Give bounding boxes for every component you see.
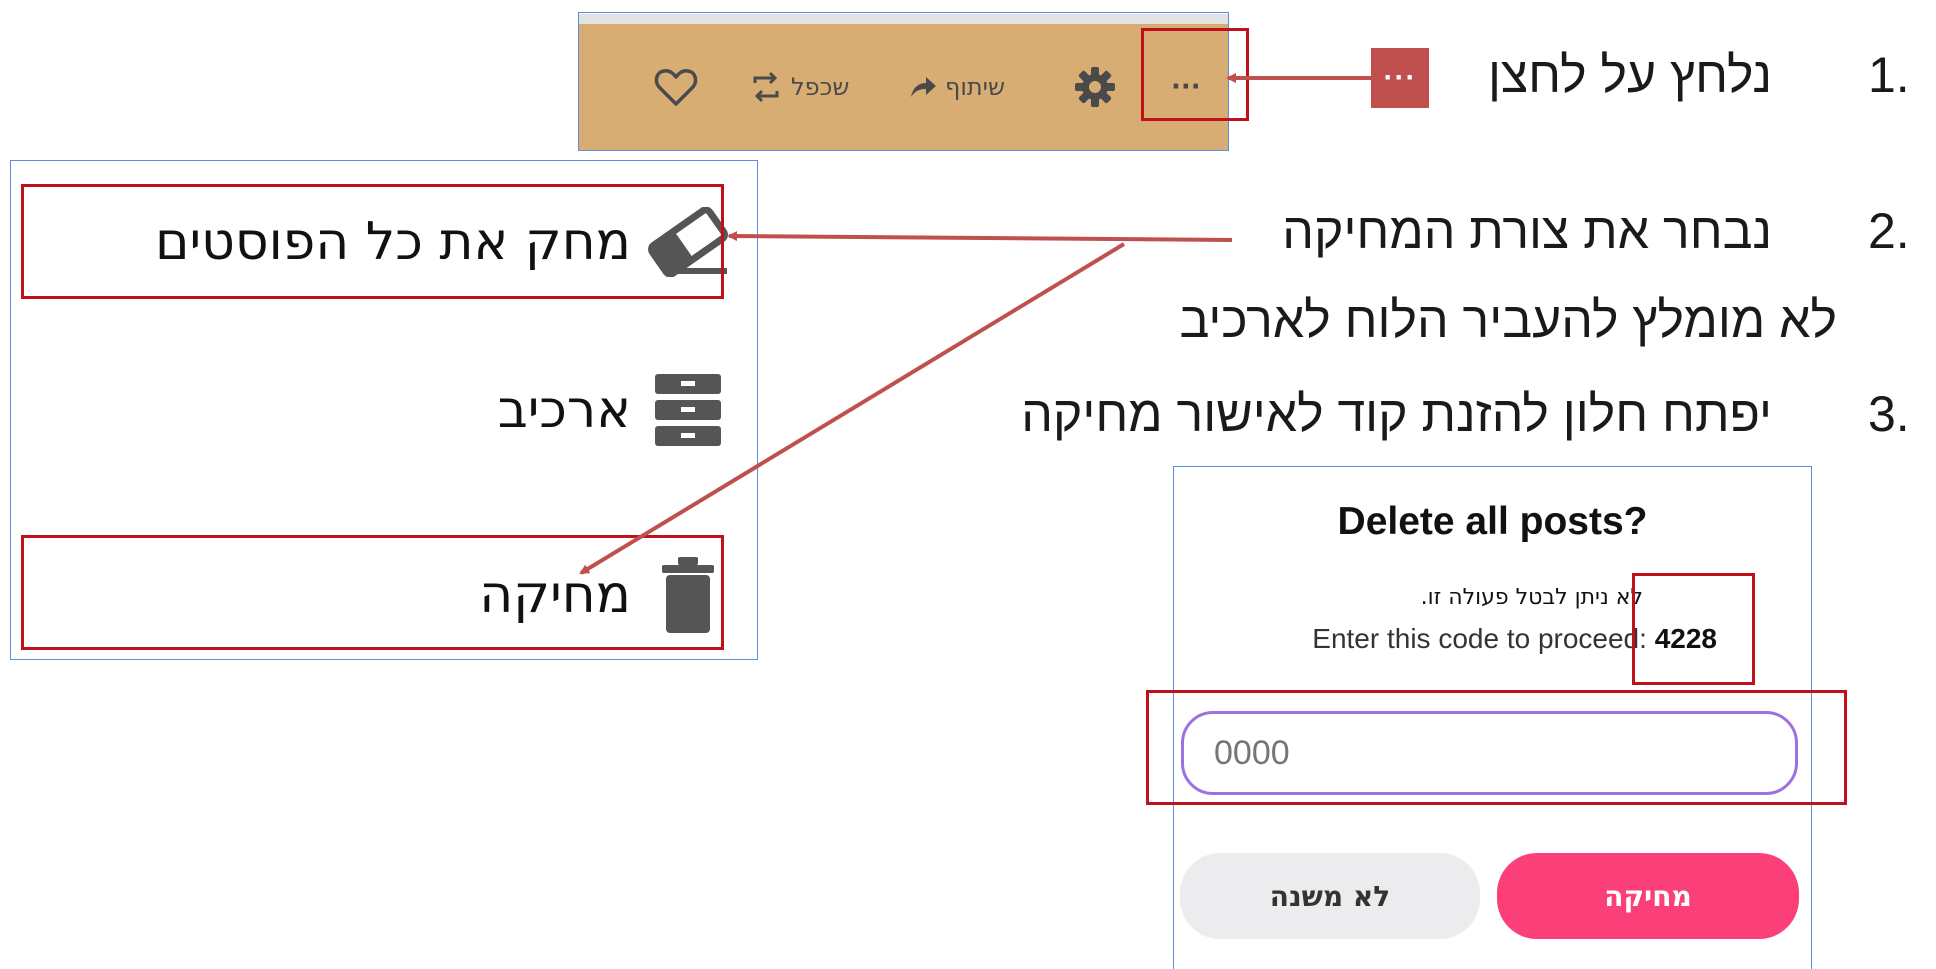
settings-button[interactable] xyxy=(1073,24,1117,150)
step-3-number: 3. xyxy=(1868,386,1910,442)
ellipsis-button-sample: ··· xyxy=(1371,48,1429,108)
cancel-button[interactable]: לא משנה xyxy=(1180,853,1480,939)
step-2-number: 2. xyxy=(1868,203,1910,259)
more-button-highlight xyxy=(1141,28,1249,121)
code-highlight xyxy=(1632,573,1755,685)
share-label: שיתוף xyxy=(945,73,1006,101)
post-toolbar: שכפל שיתוף ··· xyxy=(579,24,1228,150)
dialog-warning: .לא ניתן לבטל פעולה זו xyxy=(1420,585,1643,610)
share-arrow-icon xyxy=(909,75,937,99)
menu-item-label: ארכיב xyxy=(497,380,631,440)
archive-icon xyxy=(643,365,733,455)
step-1-number: 1. xyxy=(1868,47,1910,103)
heart-icon xyxy=(654,67,698,107)
delete-button[interactable]: מחיקה xyxy=(1497,853,1799,939)
step-2-text: נבחר את צורת המחיקה xyxy=(1282,203,1772,259)
share-button[interactable]: שיתוף xyxy=(909,24,1005,150)
input-highlight xyxy=(1146,690,1847,805)
delete-all-posts-highlight xyxy=(21,184,724,299)
dialog-title: Delete all posts? xyxy=(1337,500,1648,543)
step-3-text: יפתח חלון להזנת קוד לאישור מחיקה xyxy=(1021,386,1772,442)
toolbar-top-strip xyxy=(579,14,1228,24)
step-1-text: נלחץ על לחצן xyxy=(1487,47,1772,103)
code-prompt: Enter this code to proceed: xyxy=(1312,623,1647,654)
step-2-note: לא מומלץ להעביר הלוח לארכיב xyxy=(1179,292,1837,348)
duplicate-button[interactable]: שכפל xyxy=(749,24,849,150)
delete-highlight xyxy=(21,535,724,650)
repost-icon xyxy=(749,71,783,103)
duplicate-label: שכפל xyxy=(791,73,850,101)
menu-item-archive[interactable]: ארכיב xyxy=(11,360,757,460)
gear-icon xyxy=(1073,65,1117,109)
ellipsis-icon: ··· xyxy=(1383,61,1417,94)
like-button[interactable] xyxy=(654,24,698,150)
arrow-to-delete-all-posts xyxy=(727,231,1233,242)
